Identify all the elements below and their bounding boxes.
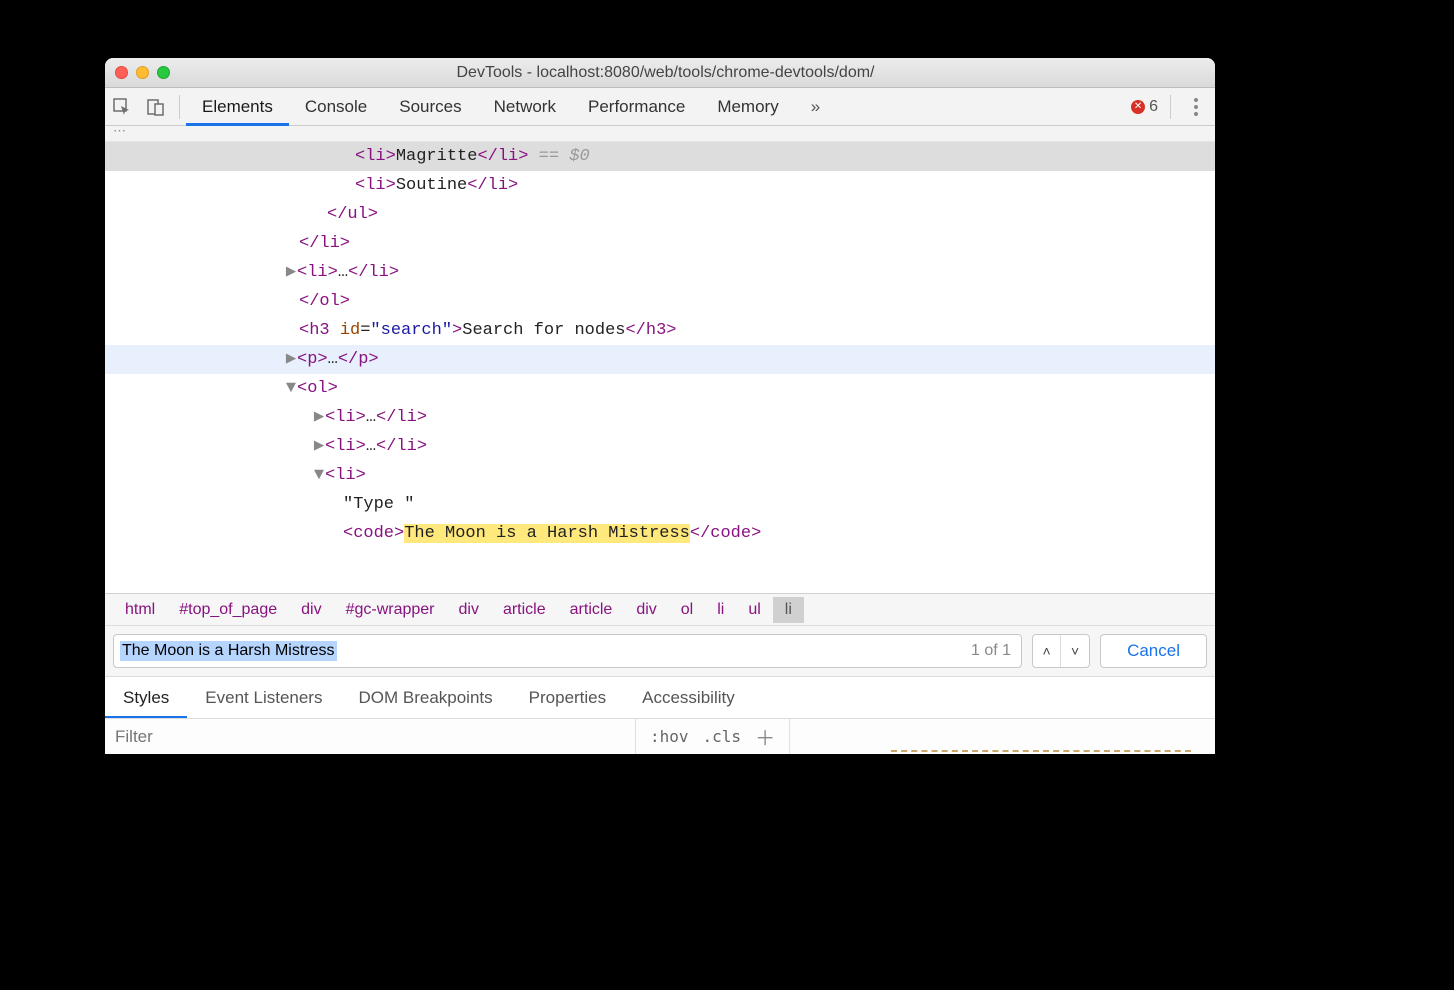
search-next-icon[interactable]: ˅ xyxy=(1061,635,1089,667)
dom-tree-row[interactable]: ▼<li> xyxy=(105,461,1215,490)
dom-tree-row[interactable]: ▶<li>…</li> xyxy=(105,258,1215,287)
dom-tree-row[interactable]: "Type " xyxy=(105,490,1215,519)
styles-tabbar: StylesEvent ListenersDOM BreakpointsProp… xyxy=(105,676,1215,718)
tab-elements[interactable]: Elements xyxy=(186,88,289,126)
error-indicator[interactable]: ✕ 6 xyxy=(1131,98,1158,116)
breadcrumb-item[interactable]: div xyxy=(289,597,333,623)
dom-tree[interactable]: <li>Magritte</li> == $0<li>Soutine</li><… xyxy=(105,142,1215,593)
main-toolbar: Elements Console Sources Network Perform… xyxy=(105,88,1215,126)
subtab-styles[interactable]: Styles xyxy=(105,677,187,719)
search-input[interactable]: The Moon is a Harsh Mistress 1 of 1 xyxy=(113,634,1022,668)
tab-memory[interactable]: Memory xyxy=(701,88,794,126)
error-icon: ✕ xyxy=(1131,100,1145,114)
subtab-accessibility[interactable]: Accessibility xyxy=(624,677,753,719)
new-style-rule-icon[interactable]: ＋ xyxy=(755,722,775,751)
box-model-indicator xyxy=(891,750,1191,754)
dom-tree-row[interactable]: ▶<li>…</li> xyxy=(105,403,1215,432)
window-controls xyxy=(115,66,170,79)
separator xyxy=(179,95,180,119)
separator xyxy=(1170,95,1171,119)
breadcrumb-item[interactable]: article xyxy=(491,597,558,623)
tree-collapsed-indicator[interactable]: ⋯ xyxy=(105,126,1215,142)
minimize-icon[interactable] xyxy=(136,66,149,79)
tabs-overflow[interactable]: » xyxy=(795,88,836,126)
breadcrumb-item[interactable]: #top_of_page xyxy=(167,597,289,623)
inspect-element-icon[interactable] xyxy=(105,88,139,126)
dom-tree-row[interactable]: ▶<p>…</p> xyxy=(105,345,1215,374)
dom-tree-row[interactable]: </ol> xyxy=(105,287,1215,316)
device-toolbar-icon[interactable] xyxy=(139,88,173,126)
breadcrumb-item[interactable]: li xyxy=(705,597,736,623)
dom-tree-row[interactable]: ▼<ol> xyxy=(105,374,1215,403)
dom-tree-row[interactable]: <code>The Moon is a Harsh Mistress</code… xyxy=(105,519,1215,548)
dom-tree-row[interactable]: <li>Soutine</li> xyxy=(105,171,1215,200)
breadcrumb-item[interactable]: ol xyxy=(669,597,705,623)
subtab-event-listeners[interactable]: Event Listeners xyxy=(187,677,340,719)
tab-sources[interactable]: Sources xyxy=(383,88,477,126)
search-nav: ˄ ˅ xyxy=(1032,634,1090,668)
breadcrumb-item[interactable]: li xyxy=(773,597,804,623)
dom-tree-row[interactable]: <h3 id="search">Search for nodes</h3> xyxy=(105,316,1215,345)
window-title: DevTools - localhost:8080/web/tools/chro… xyxy=(186,64,1205,82)
subtab-properties[interactable]: Properties xyxy=(511,677,624,719)
subtab-dom-breakpoints[interactable]: DOM Breakpoints xyxy=(340,677,510,719)
cancel-button[interactable]: Cancel xyxy=(1100,634,1207,668)
hov-toggle[interactable]: :hov xyxy=(650,727,689,746)
search-result-count: 1 of 1 xyxy=(971,642,1015,660)
tab-performance[interactable]: Performance xyxy=(572,88,701,126)
dom-tree-row[interactable]: <li>Magritte</li> == $0 xyxy=(105,142,1215,171)
tab-network[interactable]: Network xyxy=(478,88,572,126)
styles-filter-row: :hov .cls ＋ xyxy=(105,718,1215,754)
breadcrumb: html#top_of_pagediv#gc-wrapperdivarticle… xyxy=(105,593,1215,625)
breadcrumb-item[interactable]: html xyxy=(113,597,167,623)
breadcrumb-item[interactable]: div xyxy=(624,597,668,623)
devtools-window: DevTools - localhost:8080/web/tools/chro… xyxy=(105,58,1215,754)
breadcrumb-item[interactable]: ul xyxy=(736,597,772,623)
settings-menu-icon[interactable] xyxy=(1183,98,1209,116)
styles-filter-input[interactable] xyxy=(115,727,635,747)
breadcrumb-item[interactable]: #gc-wrapper xyxy=(334,597,447,623)
dom-tree-row[interactable]: </li> xyxy=(105,229,1215,258)
search-bar: The Moon is a Harsh Mistress 1 of 1 ˄ ˅ … xyxy=(105,625,1215,676)
breadcrumb-item[interactable]: article xyxy=(558,597,625,623)
cls-toggle[interactable]: .cls xyxy=(703,727,742,746)
dom-tree-row[interactable]: </ul> xyxy=(105,200,1215,229)
close-icon[interactable] xyxy=(115,66,128,79)
maximize-icon[interactable] xyxy=(157,66,170,79)
dom-tree-row[interactable]: ▶<li>…</li> xyxy=(105,432,1215,461)
search-prev-icon[interactable]: ˄ xyxy=(1033,635,1061,667)
breadcrumb-item[interactable]: div xyxy=(447,597,491,623)
titlebar: DevTools - localhost:8080/web/tools/chro… xyxy=(105,58,1215,88)
tab-console[interactable]: Console xyxy=(289,88,383,126)
search-query: The Moon is a Harsh Mistress xyxy=(120,641,337,661)
error-count: 6 xyxy=(1149,98,1158,116)
